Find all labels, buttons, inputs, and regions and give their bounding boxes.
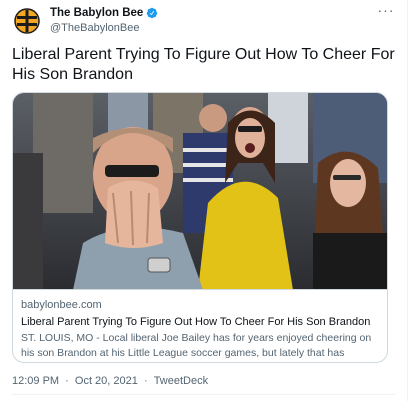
author-names: The Babylon Bee @TheBabylonBee: [50, 6, 158, 34]
verified-badge-icon: [146, 7, 158, 19]
tweet-source[interactable]: TweetDeck: [154, 374, 208, 388]
card-image[interactable]: [13, 93, 387, 290]
author-handle[interactable]: @TheBabylonBee: [50, 22, 158, 34]
crowd-photo: [13, 93, 387, 289]
avatar[interactable]: [12, 6, 42, 36]
tweet-text: Liberal Parent Trying To Figure Out How …: [12, 46, 395, 83]
tweet-meta: 12:09 PM · Oct 20, 2021 · TweetDeck: [12, 374, 208, 388]
meta-separator: ·: [65, 375, 69, 387]
display-name[interactable]: The Babylon Bee: [50, 7, 143, 19]
card-body[interactable]: babylonbee.com Liberal Parent Trying To …: [13, 290, 387, 362]
link-card[interactable]: babylonbee.com Liberal Parent Trying To …: [12, 92, 388, 363]
divider: [12, 394, 395, 395]
tweet: The Babylon Bee @TheBabylonBee ··· Liber…: [0, 0, 408, 401]
babylon-bee-logo-icon: [12, 6, 42, 36]
meta-separator: ·: [143, 375, 148, 387]
tweet-header: The Babylon Bee @TheBabylonBee ···: [12, 3, 396, 36]
tweet-time[interactable]: 12:09 PM: [12, 374, 59, 388]
card-domain: babylonbee.com: [21, 299, 102, 311]
card-title: Liberal Parent Trying To Figure Out How …: [21, 316, 371, 328]
card-description: ST. LOUIS, MO - Local liberal Joe Bailey…: [21, 332, 372, 359]
more-options-icon[interactable]: ···: [376, 3, 396, 20]
tweet-date[interactable]: Oct 20, 2021: [75, 374, 138, 388]
